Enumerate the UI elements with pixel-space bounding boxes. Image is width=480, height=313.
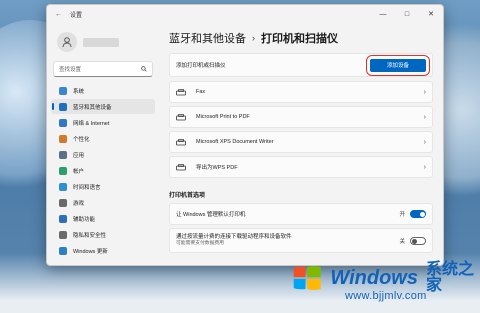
minimize-button[interactable]: —	[371, 5, 395, 23]
sidebar-item-label: 游戏	[73, 200, 85, 207]
chevron-right-icon: ›	[423, 138, 426, 146]
printer-row[interactable]: Microsoft Print to PDF ›	[169, 106, 433, 128]
breadcrumb-parent[interactable]: 蓝牙和其他设备	[169, 30, 246, 46]
title-bar: ← 设置 — □ ✕	[47, 5, 443, 23]
window-title: 设置	[70, 12, 83, 19]
sidebar-item-label: 帐户	[73, 168, 85, 175]
user-name-redacted	[83, 37, 119, 47]
sidebar-item[interactable]: 游戏	[51, 195, 155, 210]
pref-default-printer-state: 开	[399, 212, 405, 218]
sidebar-item-label: Windows 更新	[73, 248, 108, 255]
add-printer-row: 添加打印机或扫描仪 添加设备	[169, 53, 433, 77]
sidebar-item-label: 个性化	[73, 136, 90, 143]
metered-download-toggle[interactable]	[410, 236, 426, 245]
chevron-right-icon: ›	[423, 88, 426, 96]
sidebar-item-label: 网络 & Internet	[73, 120, 110, 127]
close-button[interactable]: ✕	[419, 5, 443, 23]
printer-row[interactable]: Fax ›	[169, 81, 433, 103]
sidebar-item-label: 隐私和安全性	[73, 232, 107, 239]
printer-row[interactable]: 导出为WPS PDF ›	[169, 156, 433, 178]
add-printer-label: 添加打印机或扫描仪	[176, 63, 226, 69]
printer-name: Microsoft XPS Document Writer	[196, 139, 274, 145]
printer-name: Microsoft Print to PDF	[196, 114, 250, 120]
sidebar-item[interactable]: 蓝牙和其他设备	[51, 99, 155, 114]
sidebar-item[interactable]: Windows 更新	[51, 243, 155, 258]
pref-metered-state: 关	[399, 238, 405, 245]
sidebar-item[interactable]: 个性化	[51, 131, 155, 146]
pref-metered-label: 通过按流量计费的连接下载驱动程序和设备软件	[176, 233, 292, 240]
search-input[interactable]: 查找设置	[53, 61, 153, 77]
bluetooth-icon	[59, 102, 67, 111]
accessibility-icon	[59, 214, 67, 223]
pref-metered-row: 通过按流量计费的连接下载驱动程序和设备软件 可能需要支付数据费用 关	[169, 228, 433, 253]
nav-list: 系统蓝牙和其他设备 网络 & Internet 个性化应用帐户时间和语言游戏辅助功能…	[51, 83, 155, 258]
pref-default-printer-label: 让 Windows 管理默认打印机	[176, 212, 246, 218]
chevron-right-icon: ›	[423, 163, 426, 171]
page-title: 打印机和扫描仪	[261, 33, 338, 45]
settings-window: ← 设置 — □ ✕ 查找设置 系统 蓝牙和其他设备 网络 & Internet 个性…	[46, 4, 444, 266]
windows-logo-icon	[293, 266, 321, 290]
printer-list: Fax › Microsoft Print to PDF › Microsoft XPS…	[169, 81, 433, 178]
privacy-icon	[59, 230, 67, 239]
window-controls: — □ ✕	[371, 5, 443, 23]
personalization-icon	[59, 134, 67, 143]
windows-update-icon	[59, 246, 67, 255]
search-icon	[141, 66, 147, 72]
printer-name: Fax	[196, 89, 206, 95]
watermark-url: www.bjjmlv.com	[345, 290, 427, 302]
sidebar-item[interactable]: 网络 & Internet	[51, 115, 155, 130]
breadcrumb-separator: ›	[252, 33, 255, 43]
sidebar-item-label: 蓝牙和其他设备	[73, 104, 112, 111]
preferences-heading: 打印机首选项	[169, 193, 206, 199]
user-icon	[62, 37, 72, 48]
printer-icon	[176, 138, 186, 146]
search-placeholder: 查找设置	[59, 67, 82, 73]
printer-name: 导出为WPS PDF	[196, 165, 238, 171]
default-printer-toggle[interactable]	[410, 210, 426, 218]
breadcrumb: 蓝牙和其他设备 › 打印机和扫描仪	[169, 23, 433, 53]
sidebar-item-label: 辅助功能	[73, 216, 96, 223]
watermark-brand-cn: 系统之家	[425, 261, 474, 294]
system-icon	[59, 86, 67, 95]
sidebar-item[interactable]: 应用	[51, 147, 155, 162]
maximize-button[interactable]: □	[395, 5, 419, 23]
watermark-brand-text: Windows	[330, 267, 418, 289]
apps-icon	[59, 150, 67, 159]
sidebar-item-label: 时间和语言	[73, 184, 101, 191]
printer-row[interactable]: Microsoft XPS Document Writer ›	[169, 131, 433, 153]
sidebar-item-label: 系统	[73, 88, 85, 95]
network-icon	[59, 118, 67, 127]
user-profile[interactable]	[51, 23, 155, 61]
sidebar-item[interactable]: 时间和语言	[51, 179, 155, 194]
pref-default-printer-row: 让 Windows 管理默认打印机 开	[169, 203, 433, 225]
sidebar-item[interactable]: 系统	[51, 83, 155, 98]
gaming-icon	[59, 198, 67, 207]
sidebar-item[interactable]: 隐私和安全性	[51, 227, 155, 242]
avatar	[57, 32, 77, 52]
sidebar: 查找设置 系统蓝牙和其他设备 网络 & Internet 个性化应用帐户时间和语言游…	[47, 23, 159, 265]
sidebar-item-label: 应用	[73, 152, 85, 159]
back-arrow-icon[interactable]: ←	[55, 11, 62, 18]
accounts-icon	[59, 166, 67, 175]
sidebar-item[interactable]: 帐户	[51, 163, 155, 178]
printer-icon	[176, 163, 186, 171]
pref-metered-sublabel: 可能需要支付数据费用	[176, 240, 224, 246]
main-content: 蓝牙和其他设备 › 打印机和扫描仪 添加打印机或扫描仪 添加设备 Fax › Mic…	[169, 23, 433, 265]
chevron-right-icon: ›	[423, 113, 426, 121]
printer-icon	[176, 113, 186, 121]
sidebar-item[interactable]: 辅助功能	[51, 211, 155, 226]
printer-icon	[176, 88, 186, 96]
time-language-icon	[59, 182, 67, 191]
add-device-button[interactable]: 添加设备	[366, 54, 430, 76]
